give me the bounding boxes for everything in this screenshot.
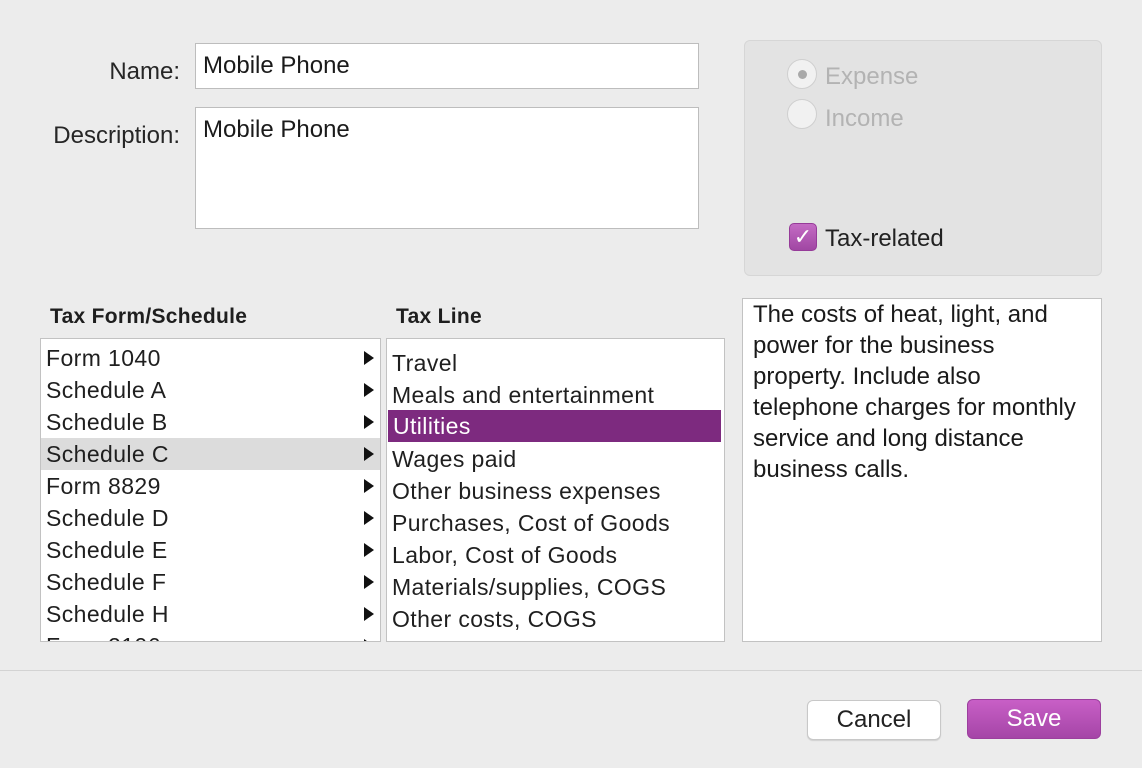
list-item[interactable]: Form 8829 — [41, 470, 380, 502]
tax-related-checkbox[interactable]: ✓ — [789, 223, 817, 251]
disclosure-arrow-icon — [364, 415, 374, 429]
checkmark-icon: ✓ — [793, 224, 813, 249]
tax-line-header: Tax Line — [396, 305, 483, 328]
description-field[interactable]: Mobile Phone — [195, 107, 699, 229]
expense-radio[interactable] — [787, 59, 817, 89]
list-item[interactable]: Schedule A — [41, 374, 380, 406]
list-item[interactable]: Labor, Cost of Goods — [387, 539, 724, 571]
list-item-selected[interactable]: Utilities — [388, 410, 721, 442]
footer-divider — [0, 670, 1142, 671]
expense-label: Expense — [825, 63, 919, 90]
disclosure-arrow-icon — [364, 383, 374, 397]
list-item[interactable]: Travel — [387, 347, 724, 379]
cancel-button[interactable]: Cancel — [807, 700, 941, 740]
list-item[interactable]: Other costs, COGS — [387, 603, 724, 635]
tax-form-list[interactable]: Form 1040 Schedule A Schedule B Schedule… — [40, 338, 381, 642]
name-field[interactable]: Mobile Phone — [195, 43, 699, 89]
list-item[interactable]: Schedule H — [41, 598, 380, 630]
save-button[interactable]: Save — [967, 699, 1101, 739]
list-item[interactable]: Schedule E — [41, 534, 380, 566]
disclosure-arrow-icon — [364, 607, 374, 621]
income-radio[interactable] — [787, 99, 817, 129]
list-item[interactable]: Form 1040 — [41, 342, 380, 374]
radio-selected-dot — [798, 70, 807, 79]
disclosure-arrow-icon — [364, 511, 374, 525]
list-item[interactable]: Schedule D — [41, 502, 380, 534]
list-item[interactable]: Form 2106 — [41, 630, 380, 641]
income-label: Income — [825, 105, 904, 132]
list-item-selected[interactable]: Schedule C — [41, 438, 380, 470]
tax-related-label: Tax-related — [825, 225, 944, 252]
list-item[interactable]: Meals and entertainment — [387, 379, 724, 411]
description-label: Description: — [53, 122, 180, 149]
list-item[interactable]: Schedule F — [41, 566, 380, 598]
list-item[interactable]: Materials/supplies, COGS — [387, 571, 724, 603]
disclosure-arrow-icon — [364, 543, 374, 557]
tax-line-list[interactable]: Travel Meals and entertainment Utilities… — [386, 338, 725, 642]
disclosure-arrow-icon — [364, 479, 374, 493]
disclosure-arrow-icon — [364, 447, 374, 461]
disclosure-arrow-icon — [364, 639, 374, 641]
account-type-group: Expense Income ✓ Tax-related — [744, 40, 1102, 276]
disclosure-arrow-icon — [364, 575, 374, 589]
tax-form-header: Tax Form/Schedule — [50, 305, 248, 328]
tax-line-description: The costs of heat, light, and power for … — [742, 298, 1102, 642]
disclosure-arrow-icon — [364, 351, 374, 365]
name-label: Name: — [109, 58, 180, 85]
list-item[interactable]: Wages paid — [387, 443, 724, 475]
list-item[interactable]: Purchases, Cost of Goods — [387, 507, 724, 539]
list-item[interactable]: Other business expenses — [387, 475, 724, 507]
list-item[interactable]: Schedule B — [41, 406, 380, 438]
